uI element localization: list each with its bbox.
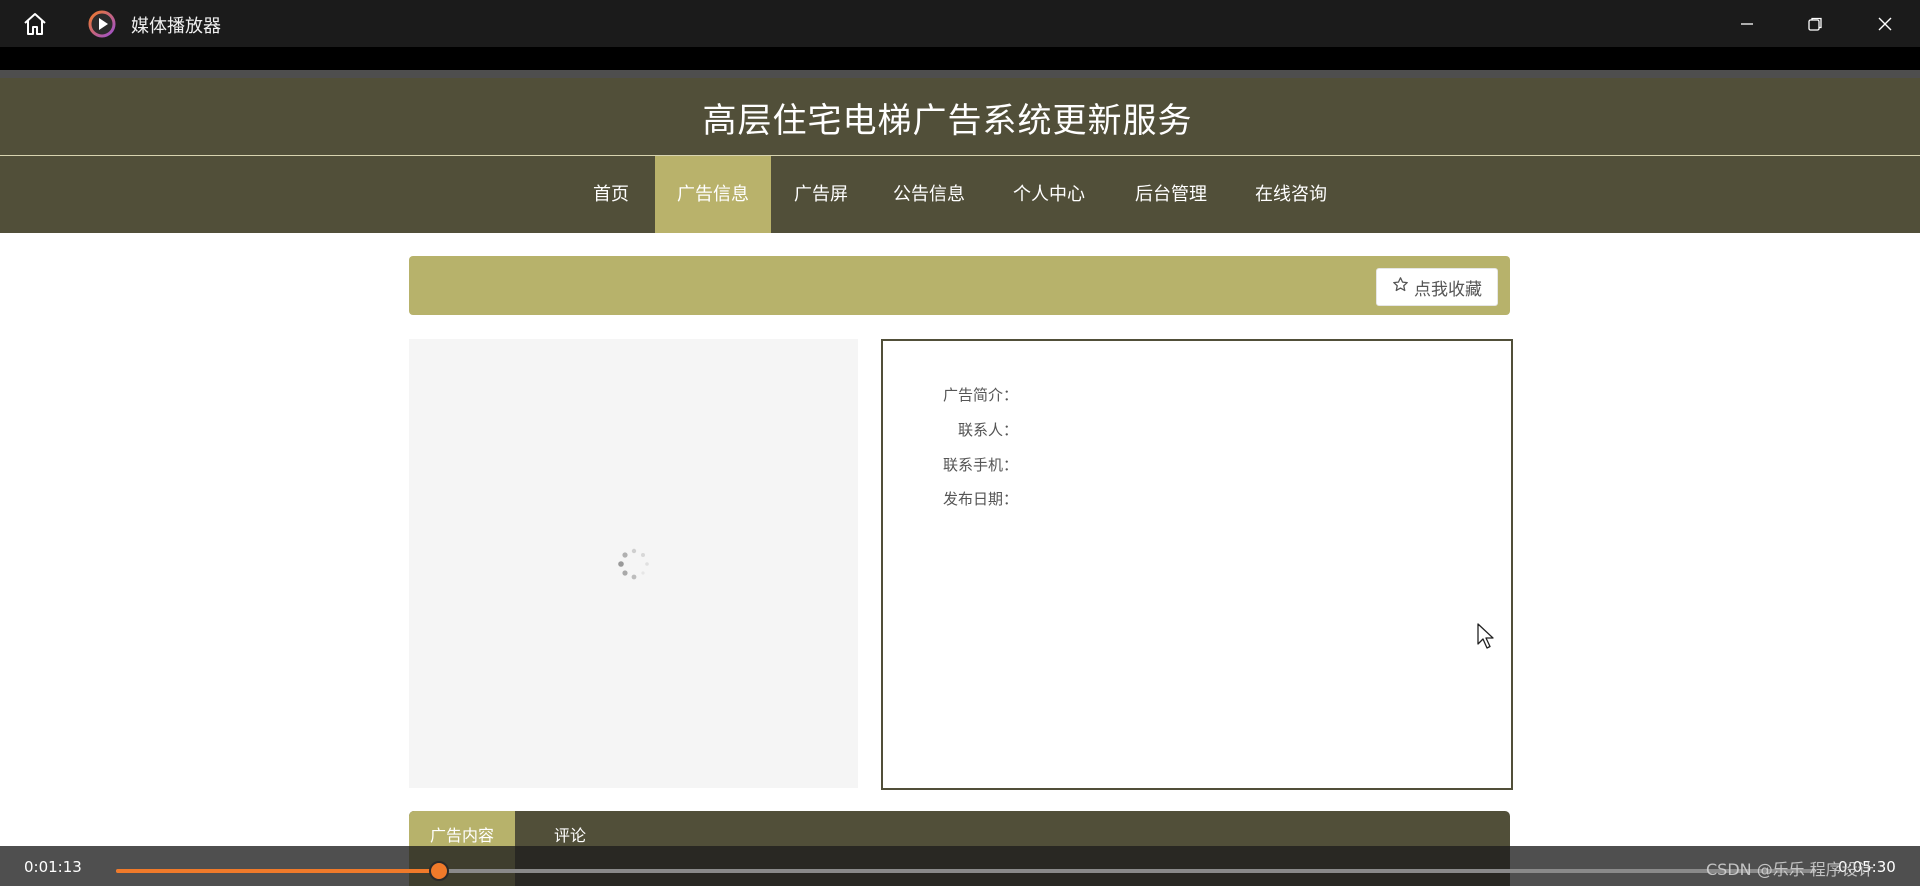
current-time: 0:01:13	[24, 858, 82, 876]
seek-thumb[interactable]	[429, 861, 449, 881]
nav-item-ad-info[interactable]: 广告信息	[655, 156, 771, 233]
main-nav: 首页 广告信息 广告屏 公告信息 个人中心 后台管理 在线咨询	[0, 156, 1920, 233]
nav-item-notice[interactable]: 公告信息	[879, 156, 979, 233]
watermark: CSDN @乐乐 程序设计	[1706, 860, 1874, 879]
ad-info-panel: 广告简介： 联系人： 联系手机： 发布日期：	[881, 339, 1513, 790]
nav-item-admin[interactable]: 后台管理	[1121, 156, 1221, 233]
restore-button[interactable]	[1780, 0, 1850, 47]
ad-image-panel	[409, 339, 858, 788]
collect-bar: 点我收藏	[409, 256, 1510, 315]
player-titlebar: 媒体播放器	[0, 0, 1920, 47]
loading-spinner-icon	[614, 544, 654, 584]
info-label-summary: 广告简介：	[942, 386, 1018, 404]
info-label-phone: 联系手机：	[942, 456, 1018, 474]
seek-bar[interactable]	[116, 861, 1816, 881]
seek-bar-progress	[116, 869, 439, 873]
letterbox-strip	[0, 47, 1920, 70]
close-button[interactable]	[1850, 0, 1920, 47]
home-icon[interactable]	[22, 11, 48, 37]
info-label-contact: 联系人：	[957, 421, 1018, 439]
collect-button[interactable]: 点我收藏	[1376, 268, 1498, 306]
restore-icon	[1808, 17, 1822, 31]
nav-item-personal-center[interactable]: 个人中心	[999, 156, 1099, 233]
site-header: 高层住宅电梯广告系统更新服务	[0, 78, 1920, 156]
minimize-icon	[1741, 22, 1753, 25]
page-top-strip	[0, 70, 1920, 78]
nav-item-consult[interactable]: 在线咨询	[1241, 156, 1341, 233]
player-control-bar: 0:01:13 0:05:30	[0, 846, 1920, 886]
app-title: 媒体播放器	[131, 16, 221, 37]
media-player-app-icon	[88, 10, 116, 38]
site-title: 高层住宅电梯广告系统更新服务	[702, 101, 1193, 141]
minimize-button[interactable]	[1712, 0, 1782, 47]
star-outline-icon	[1392, 276, 1409, 298]
nav-item-home[interactable]: 首页	[575, 156, 647, 233]
mouse-cursor-icon	[1476, 622, 1496, 650]
close-icon	[1878, 17, 1892, 30]
collect-label: 点我收藏	[1414, 279, 1482, 300]
info-label-date: 发布日期：	[942, 490, 1018, 508]
nav-item-ad-screen[interactable]: 广告屏	[781, 156, 861, 233]
